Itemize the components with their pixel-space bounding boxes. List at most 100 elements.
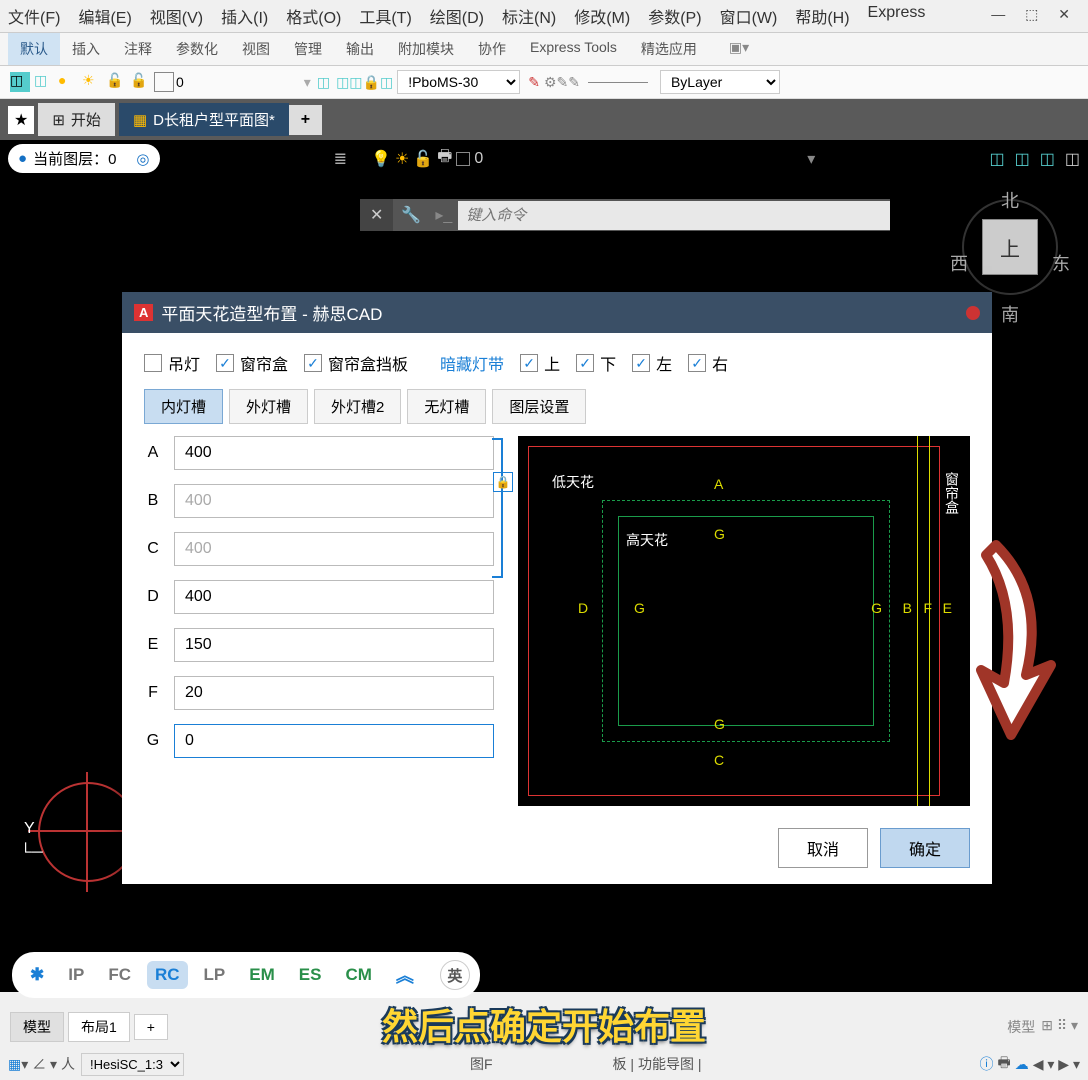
input-e[interactable] [174, 628, 494, 662]
menu-modify[interactable]: 修改(M) [574, 4, 630, 28]
layerlock-icon[interactable]: 🔒 [363, 74, 380, 91]
match-icon[interactable]: ✎ [528, 74, 540, 91]
unlock-icon[interactable]: 🔓 [130, 72, 150, 92]
layerprops-icon4[interactable]: ◫ [380, 74, 393, 91]
textstyle-select[interactable]: !HesiSC_1:3 [81, 1053, 184, 1076]
menu-format[interactable]: 格式(O) [286, 4, 341, 28]
input-g[interactable] [174, 724, 494, 758]
menu-draw[interactable]: 绘图(D) [430, 4, 484, 28]
ribbon-collab[interactable]: 协作 [466, 33, 518, 65]
subtab-layers[interactable]: 图层设置 [492, 389, 586, 424]
layers-icon2[interactable]: ◫ [34, 72, 54, 92]
tool-em[interactable]: EM [241, 961, 283, 989]
command-input[interactable] [458, 201, 890, 230]
ribbon-annotate[interactable]: 注释 [112, 33, 164, 65]
ribbon-addins[interactable]: 附加模块 [386, 33, 466, 65]
grid-icon[interactable]: ⊞ ⠿ ▾ [1041, 1017, 1078, 1037]
linetype-select[interactable]: !PboMS-30 [397, 70, 520, 94]
tool-es[interactable]: ES [291, 961, 330, 989]
menu-help[interactable]: 帮助(H) [795, 4, 849, 28]
lock-icon[interactable]: 🔓 [106, 72, 126, 92]
menu-window[interactable]: 窗口(W) [720, 4, 778, 28]
cancel-button[interactable]: 取消 [778, 828, 868, 868]
favorite-icon[interactable]: ★ [8, 106, 34, 134]
ime-indicator[interactable]: 英 [440, 960, 470, 990]
cube-top[interactable]: 上 [982, 219, 1038, 275]
bulb-on-icon[interactable]: ● [58, 72, 78, 92]
input-c[interactable] [174, 532, 494, 566]
input-d[interactable] [174, 580, 494, 614]
layerprops-icon2[interactable]: ◫ [336, 74, 349, 91]
tab-start[interactable]: ⊞开始 [38, 103, 115, 136]
bylayer-select[interactable]: ByLayer [660, 70, 780, 94]
menu-bar[interactable]: 文件(F) 编辑(E) 视图(V) 插入(I) 格式(O) 工具(T) 绘图(D… [0, 0, 1088, 33]
subtab-outer[interactable]: 外灯槽 [229, 389, 308, 424]
model-toggle[interactable]: 模型 [1007, 1017, 1035, 1037]
layergroup-icon3[interactable]: ◫ [1040, 149, 1055, 169]
tool-icon3[interactable]: ✎ [568, 74, 580, 91]
target-icon[interactable]: ◎ [136, 150, 149, 168]
ribbon-manage[interactable]: 管理 [282, 33, 334, 65]
menu-view[interactable]: 视图(V) [150, 4, 203, 28]
menu-tools[interactable]: 工具(T) [359, 4, 411, 28]
subtab-inner[interactable]: 内灯槽 [144, 389, 223, 424]
menu-annotate[interactable]: 标注(N) [502, 4, 556, 28]
layergroup-icon4[interactable]: ◫ [1065, 149, 1080, 169]
tool-rc[interactable]: RC [147, 961, 188, 989]
tab-layout1[interactable]: 布局1 [68, 1012, 130, 1042]
ok-button[interactable]: 确定 [880, 828, 970, 868]
cmd-settings-icon[interactable]: 🔧 [393, 205, 429, 225]
menu-express[interactable]: Express [868, 4, 926, 28]
chk-left[interactable]: 左 [632, 351, 672, 375]
ribbon-insert[interactable]: 插入 [60, 33, 112, 65]
layerprops-icon3[interactable]: ◫ [349, 74, 362, 91]
menu-edit[interactable]: 编辑(E) [78, 4, 131, 28]
status-icon2[interactable]: ▾ ∠ ▾ 人 [21, 1054, 75, 1074]
cube-north[interactable]: 北 [1001, 187, 1019, 213]
tool-cm[interactable]: CM [337, 961, 379, 989]
info-icon[interactable]: ⓘ [980, 1054, 994, 1074]
print-icon[interactable]: 🖶 [998, 1052, 1011, 1076]
chk-down[interactable]: 下 [576, 351, 616, 375]
ribbon-collapse-icon[interactable]: ▣▾ [717, 33, 761, 65]
cloud-icon[interactable]: ☁ [1015, 1056, 1029, 1073]
ribbon-express[interactable]: Express Tools [518, 33, 629, 65]
menu-params[interactable]: 参数(P) [648, 4, 701, 28]
print-icon[interactable]: 🖶 [437, 145, 452, 172]
cube-south[interactable]: 南 [1001, 301, 1019, 327]
chk-right[interactable]: 右 [688, 351, 728, 375]
ribbon-default[interactable]: 默认 [8, 33, 60, 65]
tool-icon[interactable]: ⚙ [544, 74, 557, 91]
status-icon[interactable]: ▦ [8, 1056, 21, 1073]
input-a[interactable] [174, 436, 494, 470]
ribbon-output[interactable]: 输出 [334, 33, 386, 65]
menu-file[interactable]: 文件(F) [8, 4, 60, 28]
tool-lp[interactable]: LP [196, 961, 234, 989]
chk-dangban[interactable]: 窗帘盒挡板 [304, 351, 408, 375]
ribbon-parametric[interactable]: 参数化 [164, 33, 230, 65]
command-line[interactable]: ✕ 🔧 ▸_ [360, 199, 890, 231]
chk-diaodeng[interactable]: 吊灯 [144, 351, 200, 375]
dialog-titlebar[interactable]: A 平面天花造型布置 - 赫思CAD [122, 292, 992, 333]
tab-model[interactable]: 模型 [10, 1012, 64, 1042]
tab-add[interactable]: + [289, 105, 322, 135]
ribbon-featured[interactable]: 精选应用 [629, 33, 709, 65]
tab-document[interactable]: ▦D长租户型平面图* [119, 103, 289, 136]
tool-icon2[interactable]: ✎ [557, 74, 569, 91]
subtab-none[interactable]: 无灯槽 [407, 389, 486, 424]
ribbon-view[interactable]: 视图 [230, 33, 282, 65]
current-layer-pill[interactable]: ● 当前图层：0 ◎ [8, 144, 160, 173]
subtab-outer2[interactable]: 外灯槽2 [314, 389, 401, 424]
collapse-up-icon[interactable]: ︽ [388, 958, 422, 992]
input-f[interactable] [174, 676, 494, 710]
layers-icon[interactable]: ◫ [10, 72, 30, 92]
tool-fc[interactable]: FC [100, 961, 139, 989]
gear-icon[interactable]: ✱ [22, 961, 52, 989]
tool-ip[interactable]: IP [60, 961, 92, 989]
layerprops-icon[interactable]: ◫ [317, 74, 330, 91]
menu-insert[interactable]: 插入(I) [221, 4, 268, 28]
layers-panel-icon[interactable]: ≣ [334, 149, 347, 169]
layergroup-icon2[interactable]: ◫ [1015, 149, 1030, 169]
window-controls[interactable]: — ⬚ ✕ [991, 6, 1078, 23]
chk-up[interactable]: 上 [520, 351, 560, 375]
